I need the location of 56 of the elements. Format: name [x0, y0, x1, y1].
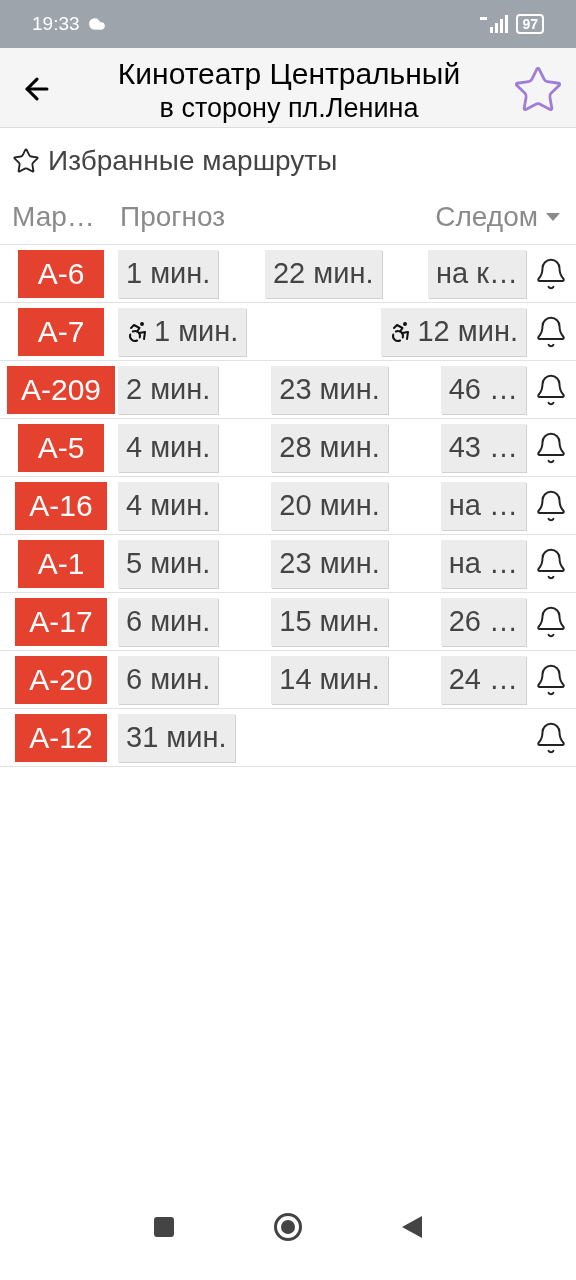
caret-icon — [546, 213, 560, 221]
forecast-time[interactable]: 23 мин. — [271, 539, 388, 588]
forecast-time[interactable]: 14 мин. — [271, 655, 388, 704]
forecast-time[interactable]: 12 мин. — [381, 307, 526, 356]
back-nav-icon[interactable] — [402, 1216, 422, 1238]
forecast-time[interactable]: 24 … — [440, 655, 526, 704]
forecast-time[interactable]: 2 мин. — [118, 365, 219, 414]
bell-icon[interactable] — [534, 314, 568, 349]
forecast-time[interactable]: 1 мин. — [118, 249, 219, 298]
recents-button[interactable] — [154, 1217, 174, 1237]
stop-title: Кинотеатр Центральный — [117, 56, 461, 92]
forecast-time[interactable]: 5 мин. — [118, 539, 219, 588]
route-number: А-1 — [18, 539, 104, 588]
route-number: А-12 — [15, 713, 107, 762]
home-button[interactable] — [274, 1213, 302, 1241]
forecast-time[interactable]: 4 мин. — [118, 423, 219, 472]
route-number: А-7 — [18, 307, 104, 356]
route-number: А-20 — [15, 655, 107, 704]
forecast-time[interactable]: 6 мин. — [118, 597, 219, 646]
bell-icon[interactable] — [534, 662, 568, 697]
forecast-time[interactable]: 43 … — [440, 423, 526, 472]
forecast-time[interactable]: 28 мин. — [271, 423, 388, 472]
forecast-time[interactable]: 1 мин. — [118, 307, 247, 356]
bell-icon[interactable] — [534, 430, 568, 465]
bell-icon[interactable] — [534, 488, 568, 523]
forecast-time[interactable]: 4 мин. — [118, 481, 219, 530]
route-number: А-16 — [15, 481, 107, 530]
bell-icon[interactable] — [534, 604, 568, 639]
cloud-icon — [87, 15, 106, 33]
route-number: А-209 — [6, 365, 116, 414]
bell-icon[interactable] — [534, 372, 568, 407]
bell-icon[interactable] — [534, 256, 568, 291]
forecast-time[interactable]: 20 мин. — [271, 481, 388, 530]
route-number: А-17 — [15, 597, 107, 646]
forecast-time[interactable]: 46 … — [440, 365, 526, 414]
forecast-time[interactable]: 15 мин. — [271, 597, 388, 646]
forecast-column-header: Прогноз — [120, 200, 226, 234]
forecast-time[interactable]: 26 … — [440, 597, 526, 646]
forecast-time[interactable]: 6 мин. — [118, 655, 219, 704]
star-icon — [12, 147, 40, 175]
signal-icon — [480, 15, 509, 33]
bell-icon[interactable] — [534, 720, 568, 755]
battery-icon: 97 — [516, 14, 544, 34]
forecast-time[interactable]: на … — [440, 539, 526, 588]
forecast-time[interactable]: 31 мин. — [118, 713, 235, 762]
forecast-time[interactable]: 22 мин. — [265, 249, 382, 298]
route-number: А-5 — [18, 423, 104, 472]
route-column-header: Мар… — [12, 200, 96, 234]
direction-subtitle: в сторону пл.Ленина — [159, 92, 419, 124]
forecast-time[interactable]: на … — [440, 481, 526, 530]
status-time: 19:33 — [32, 11, 80, 36]
route-number: А-6 — [18, 249, 104, 298]
forecast-time[interactable]: на к… — [428, 249, 526, 298]
forecast-time[interactable]: 23 мин. — [271, 365, 388, 414]
bell-icon[interactable] — [534, 546, 568, 581]
favorites-link[interactable]: Избранные маршруты — [0, 128, 576, 194]
